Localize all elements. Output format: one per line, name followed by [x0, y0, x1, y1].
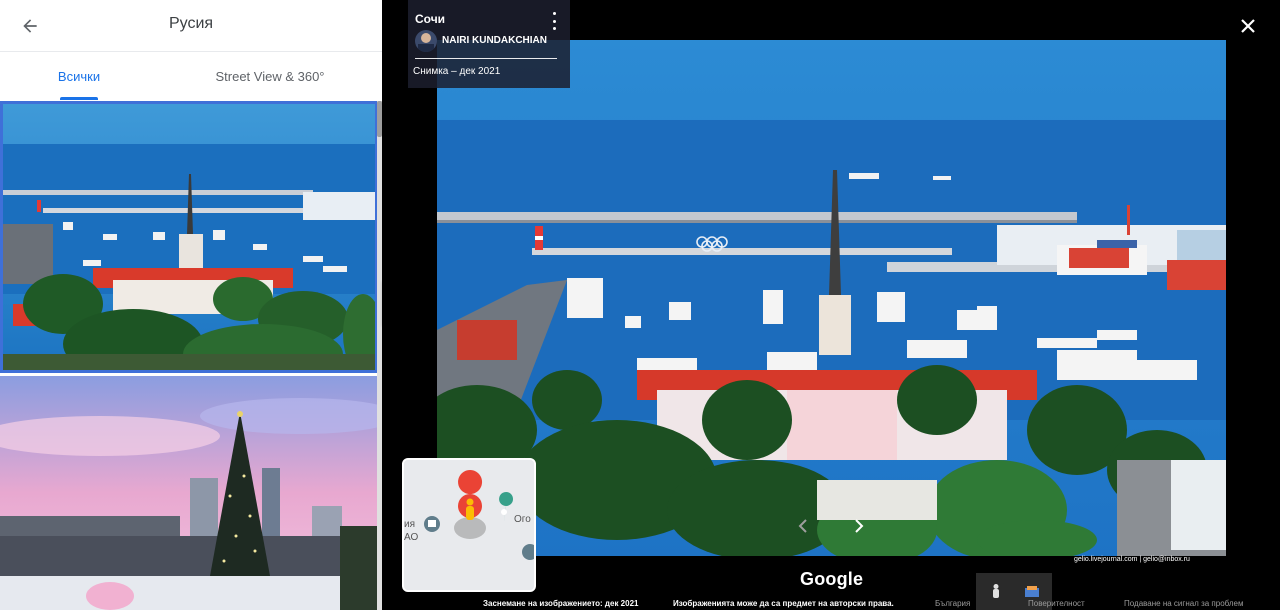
- chevron-left-icon: [798, 519, 807, 533]
- pegman-tool-icon[interactable]: [988, 583, 1004, 599]
- google-logo: Google: [800, 569, 864, 589]
- close-icon: [1241, 19, 1255, 33]
- tab-street-view-360[interactable]: Street View & 360°: [200, 52, 340, 100]
- country-link[interactable]: България: [935, 599, 970, 608]
- photo-thumbnail[interactable]: [0, 376, 378, 610]
- street-view-page: Русия Всички Street View & 360° Сочи NAI…: [0, 0, 1280, 610]
- panel-header: Русия: [0, 0, 382, 52]
- privacy-link[interactable]: Поверителност: [1028, 599, 1085, 608]
- place-name[interactable]: Сочи: [415, 12, 445, 26]
- active-tab-indicator: [60, 97, 98, 100]
- photo-info-card: Сочи NAIRI KUNDAKCHIAN Снимка – дек 2021: [408, 0, 570, 88]
- author-avatar[interactable]: [415, 30, 437, 52]
- author-name[interactable]: NAIRI KUNDAKCHIAN: [442, 35, 547, 46]
- location-pin-icon: [458, 470, 483, 494]
- photo-tabs: Всички Street View & 360°: [0, 52, 382, 100]
- main-photo[interactable]: [437, 40, 1226, 556]
- minimap-label-ia: ия: [404, 519, 415, 530]
- footer-bar: Заснемане на изображението: дек 2021 Изо…: [382, 598, 1280, 610]
- photo-date: Снимка – дек 2021: [413, 66, 501, 77]
- mini-map[interactable]: ия АО Ого: [402, 458, 536, 592]
- capture-date: Заснемане на изображението: дек 2021: [483, 599, 639, 608]
- pegman-icon: [466, 498, 474, 506]
- next-photo-button[interactable]: [848, 515, 870, 537]
- sochi-harbour-photo: [437, 40, 1226, 556]
- report-problem-link[interactable]: Подаване на сигнал за проблем: [1124, 599, 1243, 608]
- photo-credit: gelio.livejournal.com | gelio@inbox.ru: [1074, 556, 1190, 563]
- city-christmas-thumbnail-image: [0, 376, 378, 610]
- photos-side-panel: Русия Всички Street View & 360°: [0, 0, 382, 610]
- imagery-toggle-icon[interactable]: [1024, 583, 1040, 599]
- photo-thumbnail-selected[interactable]: [0, 101, 378, 373]
- mini-map-image: ия АО Ого: [404, 460, 534, 590]
- more-options-icon[interactable]: [548, 12, 560, 30]
- close-button[interactable]: [1236, 14, 1260, 38]
- photo-viewer: Сочи NAIRI KUNDAKCHIAN Снимка – дек 2021…: [382, 0, 1280, 610]
- tab-all[interactable]: Всички: [40, 52, 118, 100]
- panel-title: Русия: [168, 15, 214, 32]
- previous-photo-button[interactable]: [792, 515, 814, 537]
- minimap-label-ao: АО: [404, 532, 418, 543]
- minimap-label-ogo: Ого: [514, 514, 531, 525]
- copyright-notice: Изображенията може да са предмет на авто…: [673, 599, 894, 608]
- harbour-thumbnail-image: [3, 104, 375, 370]
- chevron-right-icon: [855, 519, 864, 533]
- info-divider: [415, 58, 557, 59]
